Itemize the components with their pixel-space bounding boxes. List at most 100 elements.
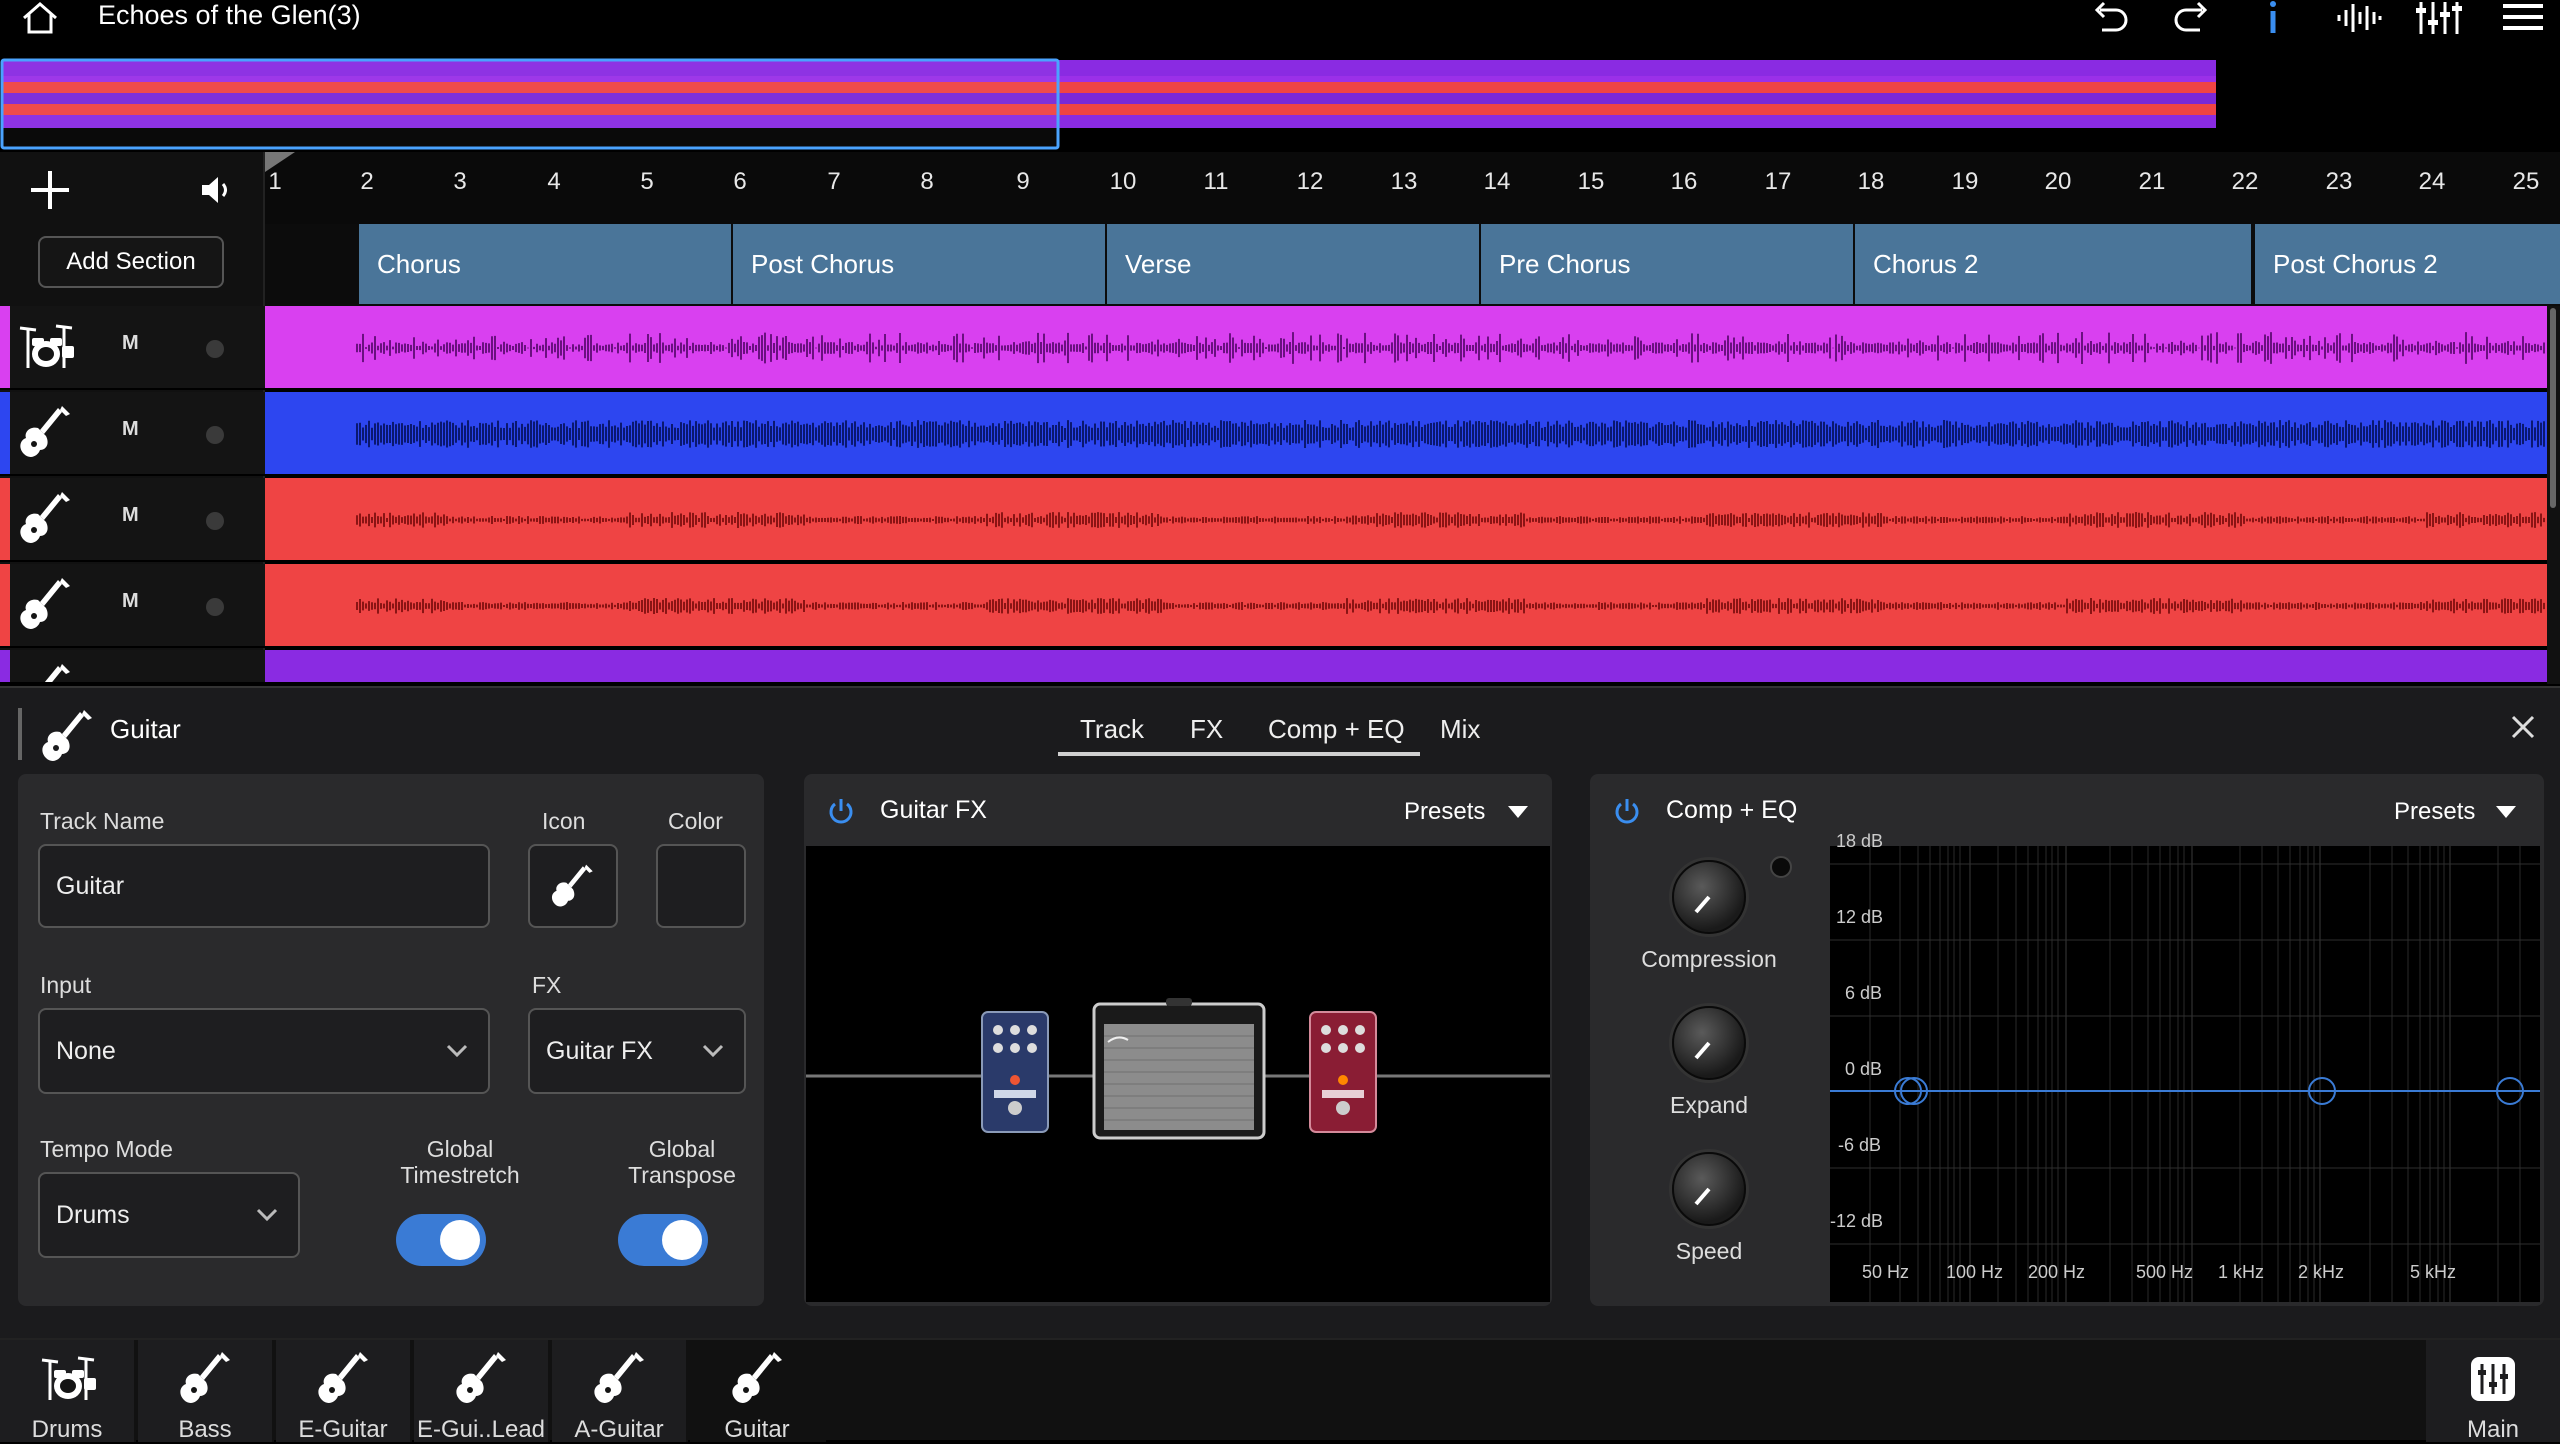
record-arm-button[interactable]	[206, 598, 224, 616]
bar-number: 24	[2418, 168, 2446, 195]
track-header[interactable]: M	[0, 478, 265, 562]
drums-icon	[38, 1350, 98, 1406]
track-header[interactable]: M	[0, 564, 265, 648]
track-selector-guitar[interactable]: Guitar	[690, 1340, 826, 1443]
bar-number: 20	[2044, 168, 2072, 195]
section-5[interactable]: Chorus 2	[1853, 224, 2251, 304]
db-label: 18 dB	[1836, 831, 1884, 851]
guitar-fx-card: Guitar FX Presets	[804, 774, 1552, 1306]
expand-label: Expand	[1669, 1092, 1748, 1118]
icon-picker[interactable]	[528, 844, 618, 928]
hz-label: 500 Hz	[2136, 1262, 2194, 1282]
track-header[interactable]	[0, 650, 265, 684]
reverb-pedal[interactable]	[1309, 1011, 1377, 1133]
track-header[interactable]: M	[0, 392, 265, 476]
project-title[interactable]: Echoes of the Glen(3)	[98, 0, 361, 31]
global-transpose-label: Global Transpose	[628, 1136, 736, 1188]
close-icon[interactable]	[2508, 712, 2538, 742]
guitar-icon	[38, 708, 98, 764]
guitar-icon	[551, 864, 593, 907]
guitar-icon	[16, 490, 76, 550]
section-4[interactable]: Pre Chorus	[1479, 224, 1853, 304]
compression-knob[interactable]	[1672, 860, 1746, 934]
section-2[interactable]: Post Chorus	[731, 224, 1105, 304]
tab-track[interactable]: Track	[1080, 714, 1144, 745]
track-selector-e-guitar[interactable]: E-Guitar	[276, 1340, 412, 1443]
tempo-mode-label: Tempo Mode	[40, 1136, 173, 1162]
section-6[interactable]: Post Chorus 2	[2253, 224, 2560, 304]
input-select[interactable]: None	[38, 1008, 490, 1094]
global-transpose-toggle[interactable]	[618, 1214, 708, 1266]
db-label: -6 dB	[1838, 1135, 1882, 1155]
delay-pedal[interactable]	[981, 1011, 1049, 1133]
hz-label: 200 Hz	[2028, 1262, 2086, 1282]
fx-select[interactable]: Guitar FX	[528, 1008, 746, 1094]
bar-number: 23	[2325, 168, 2353, 195]
bar-ruler[interactable]: 1 2 3 4 5 6 7 8 9 10 11 12 13 14 15 16 17 18 19 20 21 22 23 24 2…	[265, 152, 2560, 224]
power-icon[interactable]	[1612, 796, 1642, 826]
track-lane[interactable]	[265, 650, 2547, 684]
power-icon[interactable]	[826, 796, 856, 826]
drums-icon	[16, 318, 76, 378]
mute-button[interactable]: M	[122, 332, 139, 355]
mute-button[interactable]: M	[122, 504, 139, 527]
mute-button[interactable]: M	[122, 418, 139, 441]
redo-icon[interactable]	[2170, 0, 2214, 36]
comp-eq-presets-button[interactable]: Presets	[2394, 798, 2475, 826]
eq-graph[interactable]	[1830, 846, 2540, 1302]
speaker-icon[interactable]	[200, 174, 234, 206]
section-3[interactable]: Verse	[1105, 224, 1479, 304]
section-1[interactable]: Chorus	[357, 224, 731, 304]
tab-comp-eq[interactable]: Comp + EQ	[1268, 714, 1405, 745]
info-icon[interactable]	[2258, 0, 2288, 36]
track-lane[interactable]	[265, 306, 2547, 390]
bar-number: 19	[1951, 168, 1979, 195]
expand-knob[interactable]	[1672, 1006, 1746, 1080]
track-lane[interactable]	[265, 564, 2547, 648]
tab-fx[interactable]: FX	[1190, 714, 1223, 745]
tempo-mode-select[interactable]: Drums	[38, 1172, 300, 1258]
bar-number: 7	[827, 168, 841, 195]
track-header[interactable]: M	[0, 306, 265, 390]
track-lane[interactable]	[265, 392, 2547, 476]
track-color-strip	[0, 564, 10, 646]
tab-mix[interactable]: Mix	[1440, 714, 1480, 745]
waveform-icon[interactable]	[2334, 0, 2384, 36]
main-mixer-button[interactable]: Main	[2426, 1340, 2560, 1443]
chevron-down-icon	[702, 1044, 724, 1058]
track-selector-bass[interactable]: Bass	[138, 1340, 274, 1443]
record-arm-button[interactable]	[206, 512, 224, 530]
song-sections: Chorus Post Chorus Verse Pre Chorus Chorus 2…	[265, 224, 2560, 306]
amplifier[interactable]	[1092, 998, 1266, 1140]
guitar-icon	[16, 576, 76, 636]
timeline-scrollbar[interactable]	[2547, 306, 2560, 684]
track-inspector-panel: Guitar Track FX Comp + EQ Mix Track Name…	[0, 686, 2560, 1338]
track-name-input[interactable]: Guitar	[38, 844, 490, 928]
input-label: Input	[40, 972, 92, 998]
speed-knob[interactable]	[1672, 1152, 1746, 1226]
global-timestretch-toggle[interactable]	[396, 1214, 486, 1266]
track-selector-e-gui-lead[interactable]: E-Gui..Lead	[414, 1340, 550, 1443]
mixer-icon[interactable]	[2414, 0, 2464, 36]
track-color-strip	[0, 392, 10, 474]
hz-label: 50 Hz	[1862, 1262, 1910, 1282]
fx-chain-view[interactable]	[806, 846, 1550, 1302]
track-selector-a-guitar[interactable]: A-Guitar	[552, 1340, 688, 1443]
song-overview[interactable]	[0, 58, 2560, 150]
record-arm-button[interactable]	[206, 426, 224, 444]
home-icon[interactable]	[18, 0, 62, 36]
hz-label: 2 kHz	[2298, 1262, 2345, 1282]
menu-icon[interactable]	[2500, 0, 2546, 36]
mute-button[interactable]: M	[122, 590, 139, 613]
color-picker[interactable]	[656, 844, 746, 928]
caret-down-icon	[2496, 806, 2516, 818]
global-timestretch-label: Global Timestretch	[400, 1136, 520, 1188]
track-selector-drums[interactable]: Drums	[0, 1340, 136, 1443]
add-track-icon[interactable]	[28, 168, 72, 212]
add-section-button[interactable]: Add Section	[38, 236, 224, 288]
record-arm-button[interactable]	[206, 340, 224, 358]
undo-icon[interactable]	[2088, 0, 2132, 36]
guitar-fx-presets-button[interactable]: Presets	[1404, 798, 1485, 826]
bar-number: 17	[1764, 168, 1792, 195]
track-lane[interactable]	[265, 478, 2547, 562]
